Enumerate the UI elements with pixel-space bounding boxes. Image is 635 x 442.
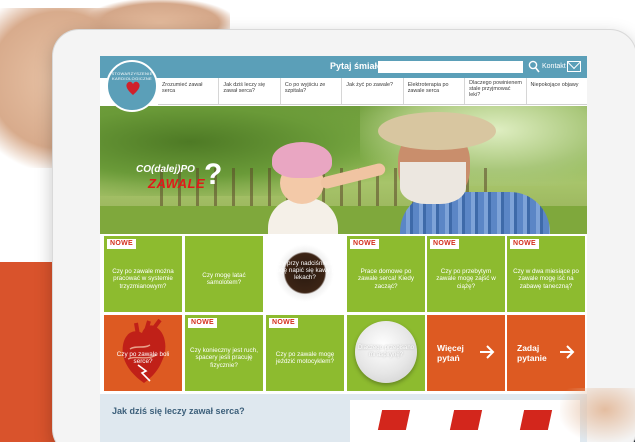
tile-bol-serca[interactable]: Czy po zawale boli serce? — [104, 315, 182, 391]
tile-label: Czy konieczny jest ruch, spacery jeśli p… — [190, 347, 258, 369]
tile-prace-domowe[interactable]: NOWE Prace domowe po zawale serca! Kiedy… — [347, 236, 425, 312]
main-nav: Zrozumieć zawał serca Jak dziś leczy się… — [158, 78, 587, 105]
bottom-image-red — [519, 410, 553, 430]
tile-label: Prace domowe po zawale serca! Kiedy zacz… — [358, 268, 414, 290]
new-badge: NOWE — [269, 318, 298, 328]
tile-zabawa-taneczna[interactable]: NOWE Czy w dwa miesiące po zawale mogę i… — [507, 236, 585, 312]
search-input[interactable] — [378, 61, 523, 73]
ask-question-label: Zadaj pytanie — [517, 343, 547, 363]
hero-question-mark: ? — [204, 158, 223, 191]
tablet-screen: Pytaj śmiało: Kontakt STOWARZYSZENIE KAR… — [100, 56, 587, 442]
heart-icon — [126, 81, 140, 95]
new-badge: NOWE — [107, 239, 136, 249]
envelope-icon[interactable] — [567, 61, 581, 72]
tile-label: Czy przy nadciśnieniu mogę napić się kaw… — [271, 260, 339, 282]
tile-ciaza[interactable]: NOWE Czy po przebytym zawale mogę zajść … — [427, 236, 505, 312]
search-icon[interactable] — [528, 60, 540, 74]
more-questions-label: Więcej pytań — [437, 343, 464, 363]
tile-label: Czy po zawale można pracować w systemie … — [112, 268, 174, 290]
hero-man-hat — [378, 112, 496, 150]
tile-kawa-nadcisnienie[interactable]: Czy przy nadciśnieniu mogę napić się kaw… — [266, 236, 344, 312]
tile-praca-trzyzmianowa[interactable]: NOWE Czy po zawale można pracować w syst… — [104, 236, 182, 312]
tile-label: Czy mogę latać samolotem? — [202, 271, 246, 286]
hero-title-line1: CO(dalej)PO — [136, 164, 195, 175]
tile-label: Czy po przebytym zawale mogę zajść w cią… — [436, 268, 496, 290]
nav-item-co-po-wyjsciu[interactable]: Co po wyjściu ze szpitala? — [281, 78, 343, 104]
ask-question-button[interactable]: Zadaj pytanie — [507, 315, 585, 391]
hand-right — [560, 388, 635, 442]
nav-item-zrozumiec-zawal[interactable]: Zrozumieć zawał serca — [158, 78, 220, 104]
nav-item-jak-dzis-leczy[interactable]: Jak dziś leczy się zawał serca? — [219, 78, 281, 104]
header-bar: Pytaj śmiało: Kontakt — [100, 56, 587, 78]
nav-item-dlaczego-leki[interactable]: Dlaczego powinienem stale przyjmować lek… — [465, 78, 527, 104]
nav-item-jak-zyc[interactable]: Jak żyć po zawale? — [342, 78, 404, 104]
new-badge: NOWE — [350, 239, 379, 249]
hero-title-line2: ZAWALE — [148, 176, 206, 191]
tile-motocykl[interactable]: NOWE Czy po zawale mogę jeździć motocykl… — [266, 315, 344, 391]
tile-aspiryna[interactable]: Dlaczego przepisano mi aspirynę? — [347, 315, 425, 391]
hero-banner[interactable]: CO(dalej)PO ZAWALE ? — [100, 106, 587, 234]
new-badge: NOWE — [188, 318, 217, 328]
tile-latanie-samolotem[interactable]: Czy mogę latać samolotem? — [185, 236, 263, 312]
tile-ruch-spacery[interactable]: NOWE Czy konieczny jest ruch, spacery je… — [185, 315, 263, 391]
new-badge: NOWE — [510, 239, 539, 249]
tile-label: Dlaczego przepisano mi aspirynę? — [357, 345, 415, 358]
hero-girl-hat — [272, 142, 332, 178]
site-logo[interactable]: STOWARZYSZENIE KARDIOLOGICZNE — [106, 60, 158, 112]
arrow-right-icon — [480, 345, 495, 359]
new-badge: NOWE — [430, 239, 459, 249]
nav-item-niepokojace-objawy[interactable]: Niepokojące objawy — [527, 78, 587, 104]
contact-link[interactable]: Kontakt — [542, 63, 566, 70]
hero-man-beard — [400, 162, 466, 204]
tile-label: Czy po zawale boli serce? — [116, 350, 170, 365]
nav-item-elektroterapia[interactable]: Elektroterapia po zawale serca — [404, 78, 466, 104]
bottom-image-red — [449, 410, 483, 430]
tile-label: Czy po zawale mogę jeździć motocyklem? — [275, 350, 335, 365]
tile-label: Czy w dwa miesiące po zawale mogę iść na… — [513, 268, 579, 290]
arrow-right-icon — [560, 345, 575, 359]
bottom-image-red — [377, 410, 411, 430]
more-questions-button[interactable]: Więcej pytań — [427, 315, 505, 391]
bottom-section-title[interactable]: Jak dziś się leczy zawał serca? — [112, 406, 245, 416]
